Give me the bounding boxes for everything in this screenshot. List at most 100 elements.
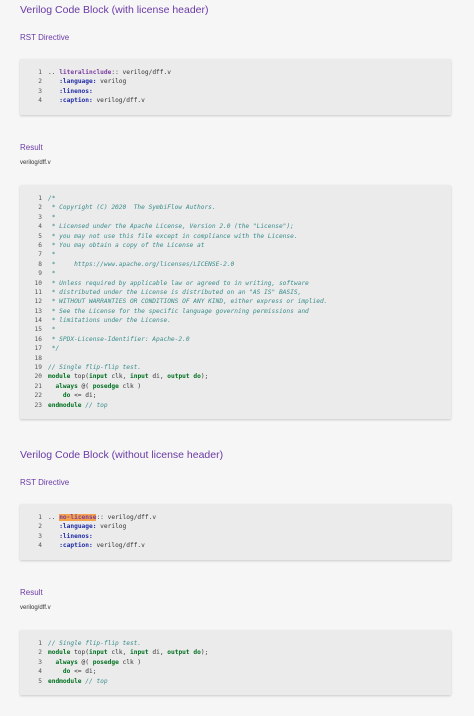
code-token: do: [193, 373, 201, 381]
code-line: 15 *: [20, 325, 451, 334]
code-token: ..: [48, 514, 60, 521]
code-line: 3 *: [20, 213, 451, 222]
line-number: 4: [38, 668, 42, 676]
code-token: module: [48, 649, 71, 657]
code-token: endmodule: [48, 677, 82, 685]
code-text: * You may obtain a copy of the License a…: [48, 241, 205, 250]
code-token: <= di;: [70, 668, 97, 676]
line-number: 21: [34, 382, 42, 390]
code-caption: verilog/dff.v: [20, 160, 51, 166]
code-text: *: [48, 269, 56, 278]
code-token: * See the License for the specific langu…: [48, 307, 309, 315]
line-number: 5: [38, 232, 42, 240]
code-token: output: [167, 649, 190, 657]
line-number: 2: [38, 204, 42, 212]
code-line: 3 :linenos:: [20, 532, 451, 541]
code-token: *: [48, 213, 56, 221]
code-token: verilog/dff.v: [92, 542, 145, 550]
code-token: top(: [70, 649, 89, 657]
line-number: 18: [34, 354, 42, 362]
line-number: 14: [34, 317, 42, 325]
line-number: 3: [38, 658, 42, 666]
line-number: 19: [34, 364, 42, 372]
code-token: :linenos:: [59, 532, 93, 540]
line-number: 2: [38, 523, 42, 531]
line-number: 2: [38, 649, 42, 657]
code-text: .. no-license:: verilog/dff.v: [48, 513, 156, 522]
code-line: 18: [20, 354, 451, 363]
code-token: clk,: [107, 373, 130, 381]
code-token: input: [130, 649, 149, 657]
section-title-with-license: Verilog Code Block (with license header): [20, 4, 209, 16]
code-line: 1.. no-license:: verilog/dff.v: [20, 513, 451, 522]
code-line: 8 * https://www.apache.org/licenses/LICE…: [20, 260, 451, 269]
code-token: always: [55, 382, 78, 390]
code-token: :: verilog/dff.v: [111, 69, 171, 76]
code-line: 9 *: [20, 269, 451, 278]
code-token: input: [89, 649, 108, 657]
code-token: clk,: [107, 649, 130, 657]
code-line: 5 endmodule // top: [20, 677, 451, 686]
code-text: * WITHOUT WARRANTIES OR CONDITIONS OF AN…: [48, 297, 328, 306]
code-token: * https://www.apache.org/licenses/LICENS…: [48, 260, 235, 268]
code-text: * SPDX-License-Identifier: Apache-2.0: [48, 335, 190, 344]
code-token: output: [167, 373, 190, 381]
code-token: clk ): [118, 658, 142, 666]
code-line: 4 * Licensed under the Apache License, V…: [20, 222, 451, 231]
code-line: 14 * limitations under the License.: [20, 316, 451, 325]
code-token: @(: [77, 658, 93, 666]
line-number: 12: [34, 298, 42, 306]
code-text: * https://www.apache.org/licenses/LICENS…: [48, 260, 235, 269]
code-text: :language: verilog: [48, 77, 126, 86]
code-line: 2 * Copyright (C) 2020 The SymbiFlow Aut…: [20, 203, 451, 212]
code-token: top(: [70, 373, 89, 381]
result-code-block: 1/* 2 * Copyright (C) 2020 The SymbiFlow …: [20, 185, 451, 419]
code-token: input: [89, 373, 108, 381]
code-token: * Licensed under the Apache License, Ver…: [48, 223, 294, 231]
code-line: 2 :language: verilog: [20, 522, 451, 531]
code-token: :language:: [59, 523, 97, 531]
code-text: * Copyright (C) 2020 The SymbiFlow Autho…: [48, 203, 216, 212]
result-heading: Result: [20, 588, 43, 597]
code-line: 10 * Unless required by applicable law o…: [20, 279, 451, 288]
code-token: clk ): [118, 382, 142, 390]
code-text: module top(input clk, input di, output d…: [48, 372, 208, 381]
code-token: :caption:: [59, 97, 93, 105]
code-text: always @( posedge clk ): [48, 658, 141, 667]
code-token: * limitations under the License.: [48, 317, 171, 325]
code-text: // Single flip-flip test.: [48, 363, 141, 372]
line-number: 11: [34, 288, 42, 296]
code-line: 3 always @( posedge clk ): [20, 658, 451, 667]
code-token: always: [55, 658, 78, 666]
line-number: 13: [34, 307, 42, 315]
code-text: *: [48, 250, 56, 259]
code-token: di,: [148, 649, 168, 657]
code-token: // top: [85, 401, 108, 409]
code-token: // Single flip-flip test.: [48, 640, 142, 647]
code-token: * distributed under the License is distr…: [48, 288, 302, 296]
code-token: @(: [77, 382, 93, 390]
code-line: 20 module top(input clk, input di, output…: [20, 372, 451, 381]
line-number: 4: [38, 223, 42, 231]
code-line: 16 * SPDX-License-Identifier: Apache-2.0: [20, 335, 451, 344]
code-token: :: verilog/dff.v: [96, 514, 157, 521]
code-token: literalinclude: [59, 69, 112, 76]
code-text: */: [48, 344, 59, 353]
line-number: 5: [38, 677, 42, 685]
code-text: :caption: verilog/dff.v: [48, 541, 145, 550]
line-number: 22: [34, 392, 42, 400]
code-text: * you may not use this file except in co…: [48, 232, 298, 241]
code-text: .. literalinclude:: verilog/dff.v: [48, 68, 171, 77]
code-token: verilog: [96, 523, 127, 531]
line-number: 9: [38, 270, 42, 278]
code-line: 23 endmodule // top: [20, 401, 451, 410]
line-number: 3: [38, 532, 42, 540]
line-number: 3: [38, 213, 42, 221]
code-text: * limitations under the License.: [48, 316, 171, 325]
line-number: 4: [38, 97, 42, 105]
